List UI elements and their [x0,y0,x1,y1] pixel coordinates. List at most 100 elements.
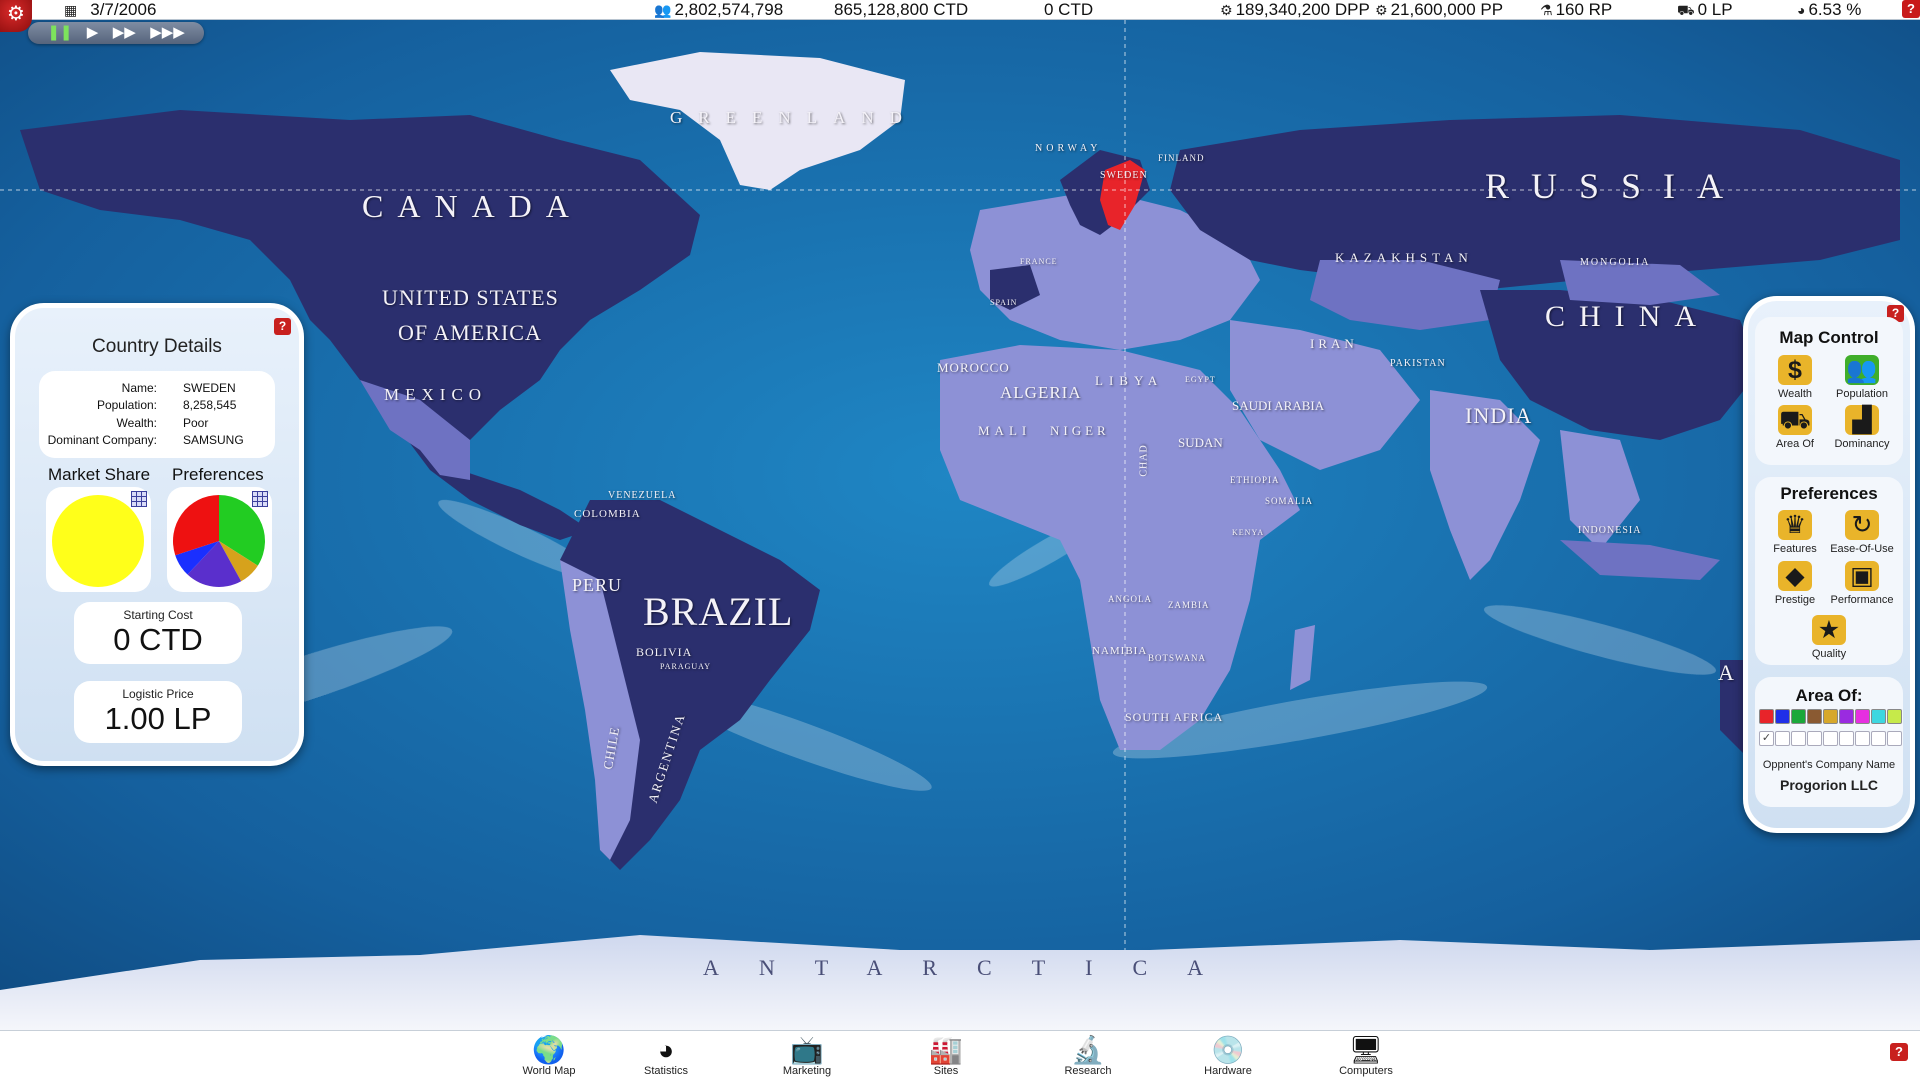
nav-statistics[interactable]: ◕ Statistics [611,1035,721,1077]
bottom-navigation-bar: 🌍 World Map ◕ Statistics 📺 Marketing 🏭 S… [0,1030,1920,1080]
label-antarctica[interactable]: ANTARCTICA [703,955,1243,981]
area-color-checkbox[interactable] [1855,731,1870,746]
nav-marketing[interactable]: 📺 Marketing [752,1035,862,1077]
label-mali[interactable]: MALI [978,423,1031,439]
area-color-swatch[interactable] [1775,709,1790,724]
label-botswana[interactable]: BOTSWANA [1148,653,1206,663]
label-libya[interactable]: LIBYA [1095,373,1163,389]
area-color-swatch[interactable] [1759,709,1774,724]
label-usa-line2[interactable]: OF AMERICA [398,320,542,346]
area-color-checkbox[interactable] [1775,731,1790,746]
pause-button[interactable]: ❚❚ [47,22,72,44]
nav-research[interactable]: 🔬 Research [1033,1035,1143,1077]
population-display: 👥 2,802,574,798 [654,0,783,20]
label-bolivia[interactable]: BOLIVIA [636,645,692,660]
settings-gear-button[interactable]: ⚙ [0,0,32,32]
nav-hardware[interactable]: 💿 Hardware [1173,1035,1283,1077]
area-color-swatch[interactable] [1807,709,1822,724]
label-usa-line1[interactable]: UNITED STATES [382,285,559,311]
performance-map-button[interactable]: ▣ Performance [1827,561,1897,606]
computer-icon: 🖥 [1348,1035,1384,1065]
country-details-help-button[interactable]: ? [274,318,291,335]
market-share-table-icon[interactable] [131,491,147,507]
label-china[interactable]: CHINA [1545,300,1710,334]
area-color-checkbox[interactable] [1839,731,1854,746]
area-color-checkbox[interactable] [1887,731,1902,746]
label-angola[interactable]: ANGOLA [1108,594,1152,604]
area-color-swatch[interactable] [1839,709,1854,724]
label-australia[interactable]: A [1718,660,1735,686]
area-of-map-button[interactable]: ⛟ Area Of [1760,405,1830,450]
label-canada[interactable]: CANADA [362,188,583,225]
label-zambia[interactable]: ZAMBIA [1168,600,1210,610]
label-iran[interactable]: IRAN [1310,336,1358,352]
label-mongolia[interactable]: MONGOLIA [1580,257,1650,268]
label-norway[interactable]: NORWAY [1035,143,1101,154]
nav-world-map[interactable]: 🌍 World Map [494,1035,604,1077]
help-button-bottom[interactable]: ? [1890,1043,1908,1061]
label-sweden[interactable]: SWEDEN [1100,170,1148,181]
label-india[interactable]: INDIA [1465,403,1532,429]
area-color-swatch[interactable] [1871,709,1886,724]
country-info-box: Name: SWEDEN Population: 8,258,545 Wealt… [39,371,275,458]
label-peru[interactable]: PERU [572,575,622,596]
label-russia[interactable]: RUSSIA [1485,165,1745,207]
country-wealth-label: Wealth: [116,416,157,430]
label-greenland[interactable]: GREENLAND [670,108,918,128]
ease-of-use-map-button[interactable]: ↻ Ease-Of-Use [1827,510,1897,555]
label-sudan[interactable]: SUDAN [1178,435,1223,451]
area-color-swatch[interactable] [1823,709,1838,724]
label-namibia[interactable]: NAMIBIA [1092,645,1147,657]
flask-icon: ⚗ [1540,2,1553,18]
dominancy-map-button[interactable]: ▟ Dominancy [1827,405,1897,450]
area-color-checkbox[interactable] [1871,731,1886,746]
area-color-checkbox[interactable] [1791,731,1806,746]
area-color-checkbox[interactable]: ✓ [1759,731,1774,746]
fast-forward-button[interactable]: ▶▶ [113,22,136,44]
nav-sites[interactable]: 🏭 Sites [891,1035,1001,1077]
label-indonesia[interactable]: INDONESIA [1578,525,1641,536]
pie-icon: ◕ [1797,2,1806,18]
area-color-checkbox[interactable] [1807,731,1822,746]
label-colombia[interactable]: COLOMBIA [574,508,641,520]
label-venezuela[interactable]: VENEZUELA [608,490,676,501]
area-color-swatch[interactable] [1791,709,1806,724]
quality-map-button[interactable]: ★ Quality [1794,615,1864,660]
label-somalia[interactable]: SOMALIA [1265,496,1313,506]
label-egypt[interactable]: EGYPT [1185,375,1216,384]
label-finland[interactable]: FINLAND [1158,153,1205,163]
label-brazil[interactable]: BRAZIL [643,588,793,635]
label-pakistan[interactable]: PAKISTAN [1390,358,1446,369]
label-mexico[interactable]: MEXICO [384,385,487,405]
nav-computers[interactable]: 🖥 Computers [1311,1035,1421,1077]
label-ethiopia[interactable]: ETHIOPIA [1230,475,1280,485]
area-color-checkbox[interactable] [1823,731,1838,746]
label-kazakhstan[interactable]: KAZAKHSTAN [1335,250,1473,266]
percent-value: 6.53 % [1808,0,1862,19]
area-color-swatch[interactable] [1887,709,1902,724]
dpp-display: ⚙ 189,340,200 DPP [1220,0,1370,20]
label-saudi-arabia[interactable]: SAUDI ARABIA [1232,398,1324,414]
label-morocco[interactable]: MOROCCO [937,360,1010,376]
area-color-swatch[interactable] [1855,709,1870,724]
pie-chart-icon: ◕ [657,1035,675,1065]
wealth-map-button[interactable]: $ Wealth [1760,355,1830,400]
country-name-label: Name: [121,381,157,395]
label-chad[interactable]: CHAD [1139,444,1150,476]
opponent-company-name[interactable]: Progorion LLC [1755,777,1903,793]
fastest-forward-button[interactable]: ▶▶▶ [150,22,185,44]
preferences-table-icon[interactable] [252,491,268,507]
label-france[interactable]: FRANCE [1020,257,1058,266]
label-spain[interactable]: SPAIN [990,298,1017,307]
label-paraguay[interactable]: PARAGUAY [660,662,711,671]
ms-pie-slice-0[interactable] [52,495,144,587]
label-algeria[interactable]: ALGERIA [1000,383,1082,403]
label-south-africa[interactable]: SOUTH AFRICA [1125,710,1223,725]
features-map-button[interactable]: ♛ Features [1760,510,1830,555]
label-niger[interactable]: NIGER [1050,423,1110,439]
label-kenya[interactable]: KENYA [1232,528,1264,537]
play-button[interactable]: ▶ [87,22,99,44]
help-button-top[interactable]: ? [1902,0,1920,18]
population-map-button[interactable]: 👥 Population [1827,355,1897,400]
prestige-map-button[interactable]: ◆ Prestige [1760,561,1830,606]
